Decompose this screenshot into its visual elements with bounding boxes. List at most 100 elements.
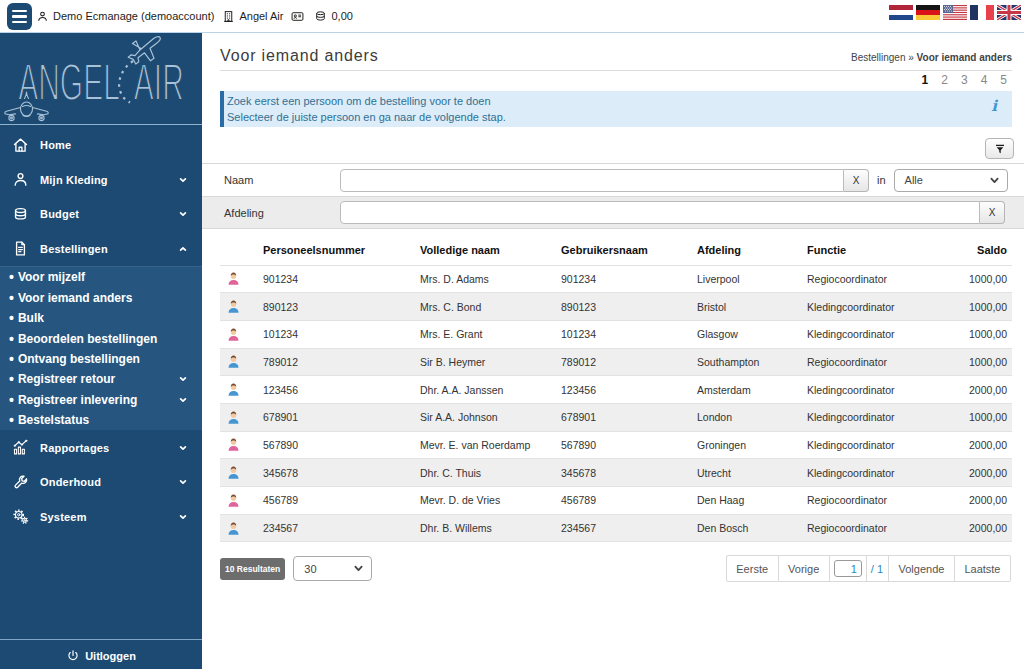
logout-button[interactable]: Uitloggen	[66, 649, 136, 663]
sidebar-item-bestellingen[interactable]: Bestellingen	[0, 232, 202, 267]
page-number-input[interactable]	[834, 560, 862, 577]
id-card-icon[interactable]	[291, 10, 304, 23]
chevron-down-icon	[990, 176, 999, 185]
account-name[interactable]: Demo Ecmanage (demoaccount)	[53, 10, 214, 22]
info-icon: i	[991, 97, 997, 115]
bullet-icon: •	[9, 331, 14, 347]
sidebar-item-budget[interactable]: Budget	[0, 197, 202, 232]
main-content: Voor iemand anders Bestellingen » Voor i…	[202, 33, 1024, 669]
person-gender-icon	[226, 493, 241, 508]
flag-fr-icon[interactable]	[970, 5, 994, 20]
power-icon	[66, 649, 80, 663]
topbar: Demo Ecmanage (demoaccount) Angel Air 0,…	[0, 0, 1024, 33]
coins-icon	[314, 10, 327, 23]
table-row[interactable]: 901234 Mrs. D. Adams 901234 Liverpool Re…	[220, 265, 1012, 293]
pagination-first-button[interactable]: Eerste	[726, 555, 779, 582]
submenu-item[interactable]: • Bulk	[0, 308, 202, 328]
step-1[interactable]: 1	[922, 73, 929, 89]
pagination-prev-button[interactable]: Vorige	[779, 555, 830, 582]
table-header-row: Personeelsnummer Volledige naam Gebruike…	[220, 236, 1012, 265]
page-title: Voor iemand anders	[220, 46, 379, 66]
flag-de-icon[interactable]	[916, 5, 940, 20]
info-message: Zoek eerst een persoon om de bestelling …	[220, 91, 1012, 127]
logo[interactable]: ANGELAIR	[0, 33, 202, 125]
afdeling-input[interactable]	[340, 201, 980, 224]
submenu-item[interactable]: • Beoordelen bestellingen	[0, 328, 202, 348]
submenu-item[interactable]: • Registreer inlevering	[0, 390, 202, 410]
person-gender-icon	[226, 327, 241, 342]
results-table: Personeelsnummer Volledige naam Gebruike…	[220, 236, 1012, 542]
pagination-next-button[interactable]: Volgende	[889, 555, 955, 582]
table-row[interactable]: 890123 Mrs. C. Bond 890123 Bristol Kledi…	[220, 293, 1012, 321]
table-row[interactable]: 234567 Dhr. B. Willems 234567 Den Bosch …	[220, 514, 1012, 542]
person-gender-icon	[226, 437, 241, 452]
person-gender-icon	[226, 354, 241, 369]
gears-icon	[12, 508, 29, 525]
naam-clear-button[interactable]: X	[844, 169, 869, 192]
bullet-icon: •	[9, 371, 14, 387]
sidebar-item-systeem[interactable]: Systeem	[0, 499, 202, 534]
balance-amount[interactable]: 0,00	[331, 10, 352, 22]
wrench-icon	[12, 474, 29, 491]
submenu-item[interactable]: • Registreer retour	[0, 369, 202, 389]
step-5[interactable]: 5	[1000, 73, 1007, 89]
chevron-up-icon	[179, 245, 187, 253]
table-row[interactable]: 345678 Dhr. C. Thuis 345678 Utrecht Kled…	[220, 459, 1012, 487]
hamburger-menu-button[interactable]	[7, 3, 32, 30]
document-icon	[12, 240, 29, 257]
chevron-down-icon	[179, 444, 187, 452]
scope-select[interactable]: Alle	[894, 169, 1008, 192]
person-gender-icon	[226, 299, 241, 314]
sidebar-item-home[interactable]: Home	[0, 128, 202, 163]
submenu-item[interactable]: • Voor iemand anders	[0, 288, 202, 308]
logo-text: ANGELAIR	[0, 54, 202, 112]
naam-row: Naam X in Alle	[202, 163, 1024, 196]
chevron-down-icon	[179, 513, 187, 521]
submenu-item[interactable]: • Voor mijzelf	[0, 267, 202, 287]
table-row[interactable]: 678901 Sir A.A. Johnson 678901 London Kl…	[220, 403, 1012, 431]
sidebar-item-mijn-kleding[interactable]: Mijn Kleding	[0, 163, 202, 198]
bullet-icon: •	[9, 412, 14, 428]
submenu-item[interactable]: • Ontvang bestellingen	[0, 349, 202, 369]
submenu-item[interactable]: • Bestelstatus	[0, 410, 202, 430]
content-area: Voor iemand anders Bestellingen » Voor i…	[202, 33, 1024, 582]
naam-label: Naam	[220, 174, 340, 186]
step-3[interactable]: 3	[961, 73, 968, 89]
results-count-badge: 10 Resultaten	[220, 558, 285, 580]
table-row[interactable]: 123456 Dhr. A.A. Janssen 123456 Amsterda…	[220, 376, 1012, 404]
table-row[interactable]: 567890 Mevr. E. van Roerdamp 567890 Gron…	[220, 431, 1012, 459]
sidebar-nav: Home Mijn Kleding Budget Bestellingen	[0, 128, 202, 534]
breadcrumb: Bestellingen » Voor iemand anders	[851, 52, 1012, 66]
sidebar-item-rapportages[interactable]: Rapportages	[0, 430, 202, 465]
chevron-down-icon	[179, 375, 187, 383]
breadcrumb-parent[interactable]: Bestellingen	[851, 52, 905, 63]
table-footer: 10 Resultaten 30 Eerste Vorige / 1 Volge…	[220, 555, 1012, 582]
flag-us-icon[interactable]	[943, 5, 967, 20]
flag-nl-icon[interactable]	[889, 5, 913, 20]
search-form: Naam X in Alle Afdeling X	[202, 163, 1024, 229]
wizard-steps: 1 2 3 4 5	[220, 73, 1012, 89]
table-row[interactable]: 101234 Mrs. E. Grant 101234 Glasgow Kled…	[220, 320, 1012, 348]
bullet-icon: •	[9, 290, 14, 306]
chevron-down-icon	[179, 176, 187, 184]
table-row[interactable]: 456789 Mevr. D. de Vries 456789 Den Haag…	[220, 487, 1012, 515]
building-icon	[222, 10, 235, 23]
bullet-icon: •	[9, 351, 14, 367]
afdeling-clear-button[interactable]: X	[980, 201, 1005, 224]
step-4[interactable]: 4	[981, 73, 988, 89]
page-size-select[interactable]: 30	[293, 556, 372, 581]
page-count-label: / 1	[867, 555, 889, 582]
step-2[interactable]: 2	[941, 73, 948, 89]
pagination-last-button[interactable]: Laatste	[955, 555, 1011, 582]
naam-input[interactable]	[340, 169, 844, 192]
language-flags	[889, 5, 1021, 20]
coins-stack-icon	[12, 206, 29, 223]
pagination: Eerste Vorige / 1 Volgende Laatste	[726, 555, 1011, 582]
table-row[interactable]: 789012 Sir B. Heymer 789012 Southampton …	[220, 348, 1012, 376]
company-name[interactable]: Angel Air	[239, 10, 283, 22]
flag-gb-icon[interactable]	[997, 5, 1021, 20]
filter-button[interactable]	[985, 138, 1014, 159]
sidebar-item-onderhoud[interactable]: Onderhoud	[0, 465, 202, 500]
funnel-icon	[994, 143, 1006, 155]
afdeling-row: Afdeling X	[202, 196, 1024, 229]
